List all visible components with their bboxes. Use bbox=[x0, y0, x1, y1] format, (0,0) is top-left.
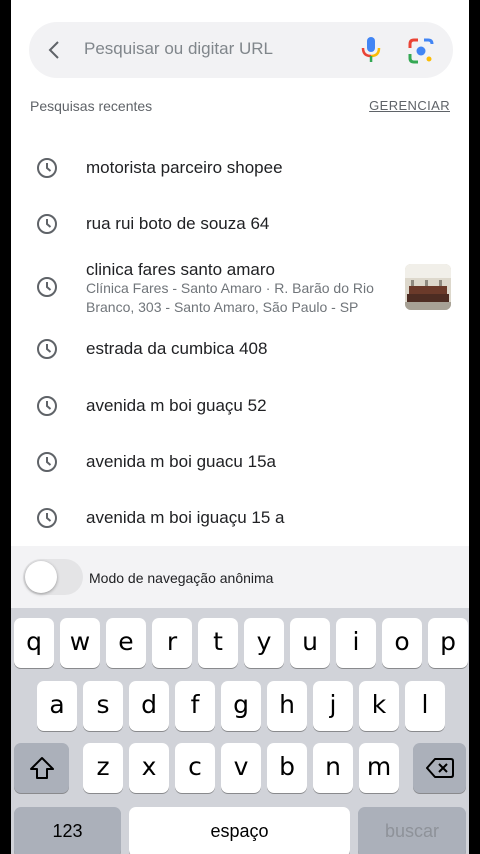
key-c[interactable]: c bbox=[175, 743, 215, 793]
key-q[interactable]: q bbox=[14, 618, 54, 668]
key-f[interactable]: f bbox=[175, 681, 215, 731]
backspace-icon bbox=[425, 758, 454, 778]
search-input[interactable]: Pesquisar ou digitar URL bbox=[84, 39, 273, 59]
key-n[interactable]: n bbox=[313, 743, 353, 793]
history-clock-icon bbox=[37, 214, 57, 234]
key-r[interactable]: r bbox=[152, 618, 192, 668]
recent-item-title: avenida m boi guacu 15a bbox=[86, 452, 276, 471]
recent-item-title: clinica fares santo amaro bbox=[86, 260, 275, 279]
recent-item-title: rua rui boto de souza 64 bbox=[86, 214, 270, 233]
recent-item[interactable]: avenida m boi guaçu 52 bbox=[11, 383, 469, 429]
key-g[interactable]: g bbox=[221, 681, 261, 731]
recent-item[interactable]: avenida m boi iguaçu 15 a bbox=[11, 495, 469, 541]
history-clock-icon bbox=[37, 396, 57, 416]
key-d[interactable]: d bbox=[129, 681, 169, 731]
recent-item[interactable]: clinica fares santo amaro Clínica Fares … bbox=[11, 255, 469, 321]
key-w[interactable]: w bbox=[60, 618, 100, 668]
key-h[interactable]: h bbox=[267, 681, 307, 731]
onscreen-keyboard: Modo de navegação anônima q w e r t y u … bbox=[11, 546, 469, 854]
manage-link[interactable]: GERENCIAR bbox=[369, 98, 450, 113]
key-z[interactable]: z bbox=[83, 743, 123, 793]
key-j[interactable]: j bbox=[313, 681, 353, 731]
recent-item-title: estrada da cumbica 408 bbox=[86, 339, 268, 358]
history-clock-icon bbox=[37, 339, 57, 359]
recent-item-title: avenida m boi guaçu 52 bbox=[86, 396, 267, 415]
history-clock-icon bbox=[37, 452, 57, 472]
incognito-label: Modo de navegação anônima bbox=[89, 570, 274, 586]
space-key[interactable]: espaço bbox=[129, 807, 350, 854]
key-l[interactable]: l bbox=[405, 681, 445, 731]
key-m[interactable]: m bbox=[359, 743, 399, 793]
shift-key[interactable] bbox=[14, 743, 69, 793]
key-k[interactable]: k bbox=[359, 681, 399, 731]
back-arrow-icon[interactable] bbox=[43, 38, 67, 62]
key-i[interactable]: i bbox=[336, 618, 376, 668]
backspace-key[interactable] bbox=[413, 743, 466, 793]
key-p[interactable]: p bbox=[428, 618, 468, 668]
key-t[interactable]: t bbox=[198, 618, 238, 668]
key-b[interactable]: b bbox=[267, 743, 307, 793]
key-e[interactable]: e bbox=[106, 618, 146, 668]
browser-screen: Pesquisar ou digitar URL Pesquisas recen… bbox=[11, 0, 469, 854]
key-v[interactable]: v bbox=[221, 743, 261, 793]
recent-item[interactable]: estrada da cumbica 408 bbox=[11, 326, 469, 372]
place-thumbnail-image bbox=[405, 264, 451, 310]
toggle-knob bbox=[25, 561, 57, 593]
key-s[interactable]: s bbox=[83, 681, 123, 731]
recent-item-subtitle: Clínica Fares - Santo Amaro · R. Barão d… bbox=[86, 280, 374, 315]
shift-icon bbox=[29, 757, 54, 779]
incognito-toggle[interactable] bbox=[23, 559, 83, 595]
key-o[interactable]: o bbox=[382, 618, 422, 668]
search-key[interactable]: buscar bbox=[358, 807, 466, 854]
recent-item[interactable]: avenida m boi guacu 15a bbox=[11, 439, 469, 485]
key-y[interactable]: y bbox=[244, 618, 284, 668]
incognito-bar: Modo de navegação anônima bbox=[11, 546, 469, 608]
microphone-icon[interactable] bbox=[359, 36, 383, 64]
history-clock-icon bbox=[37, 277, 57, 297]
numbers-key[interactable]: 123 bbox=[14, 807, 121, 854]
recent-item-title: avenida m boi iguaçu 15 a bbox=[86, 508, 285, 527]
recent-item-title: motorista parceiro shopee bbox=[86, 158, 283, 177]
recent-item[interactable]: rua rui boto de souza 64 bbox=[11, 201, 469, 247]
history-clock-icon bbox=[37, 158, 57, 178]
recent-searches-heading: Pesquisas recentes bbox=[30, 98, 153, 114]
key-u[interactable]: u bbox=[290, 618, 330, 668]
google-lens-icon[interactable] bbox=[407, 37, 435, 65]
key-x[interactable]: x bbox=[129, 743, 169, 793]
search-bar[interactable]: Pesquisar ou digitar URL bbox=[29, 22, 453, 78]
history-clock-icon bbox=[37, 508, 57, 528]
key-a[interactable]: a bbox=[37, 681, 77, 731]
recent-item[interactable]: motorista parceiro shopee bbox=[11, 145, 469, 191]
